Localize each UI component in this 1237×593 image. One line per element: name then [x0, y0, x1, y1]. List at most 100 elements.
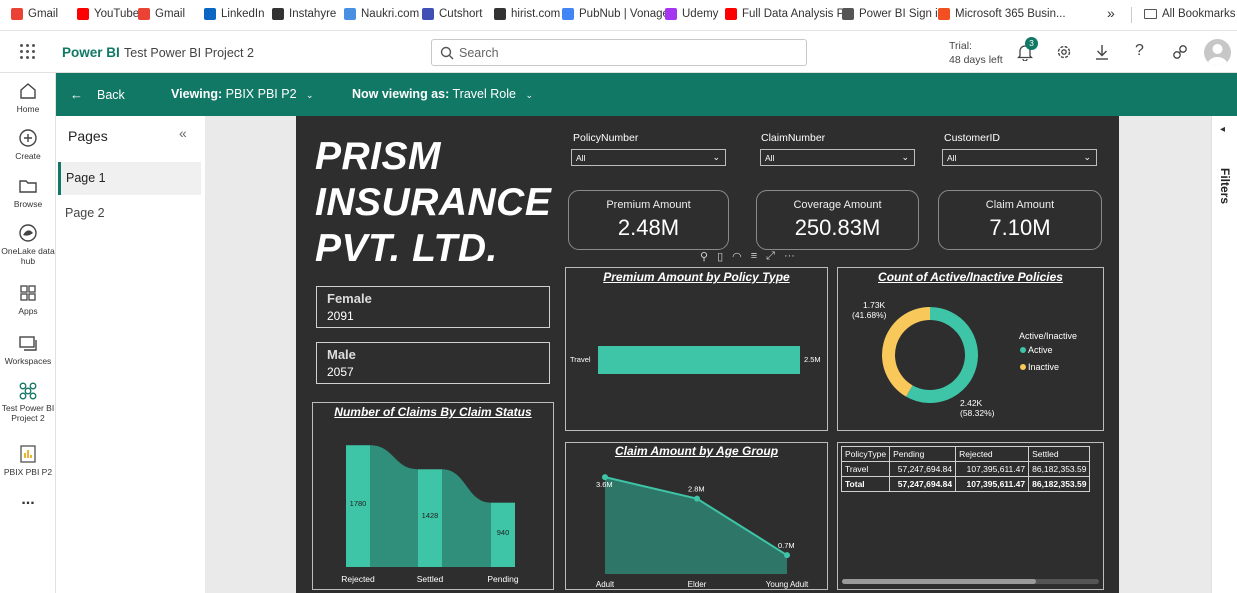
expand-filters-icon[interactable]: ◂: [1220, 124, 1225, 135]
onelake-icon: [19, 224, 37, 242]
visual-active-inactive-policies[interactable]: Count of Active/Inactive Policies 2.42K(…: [837, 267, 1104, 431]
back-button[interactable]: ← Back: [70, 87, 125, 102]
download-icon[interactable]: [1095, 44, 1109, 60]
alert-bell-icon[interactable]: ◠: [732, 250, 742, 263]
area-value-label: 0.7M: [778, 541, 795, 550]
bookmark-cutshort[interactable]: Cutshort: [422, 8, 482, 20]
report-icon: [20, 445, 36, 463]
pin-icon[interactable]: ⚲: [700, 250, 708, 263]
card-male[interactable]: Male 2057: [316, 342, 550, 384]
nav-onelake-data-hub[interactable]: OneLake data hub: [0, 223, 56, 266]
column-header[interactable]: Settled: [1028, 446, 1091, 462]
bookmark-gmail[interactable]: Gmail: [11, 8, 58, 20]
app-name[interactable]: Power BI: [62, 45, 120, 60]
people-dot: [19, 392, 27, 400]
column-header[interactable]: Pending: [889, 446, 957, 462]
trial-label: Trial:: [949, 40, 972, 52]
bookmark-label: LinkedIn: [221, 8, 265, 20]
now-viewing-label: Now viewing as:: [352, 87, 450, 101]
focus-mode-icon[interactable]: ⤢: [766, 250, 775, 263]
donut-data-label: (58.32%): [960, 408, 995, 418]
page-item-page-2[interactable]: Page 2: [58, 198, 201, 228]
more-options-icon[interactable]: ···: [784, 250, 795, 263]
avatar[interactable]: [1204, 39, 1231, 66]
column-header[interactable]: Rejected: [955, 446, 1030, 462]
more-nav-button[interactable]: ...: [0, 492, 56, 508]
filter-icon[interactable]: ≡: [751, 250, 757, 263]
copy-icon[interactable]: ▯: [717, 250, 723, 263]
bookmark-microsoft-365-busin[interactable]: Microsoft 365 Busin...: [938, 8, 1066, 20]
grid-cell: [28, 285, 36, 293]
bookmark-linkedin[interactable]: LinkedIn: [204, 8, 264, 20]
card-claim-amount[interactable]: Claim Amount 7.10M: [938, 190, 1102, 250]
bookmark-youtube[interactable]: YouTube: [77, 8, 139, 20]
card-coverage-amount[interactable]: Coverage Amount 250.83M: [756, 190, 919, 250]
bookmark-udemy[interactable]: Udemy: [665, 8, 718, 20]
people-dot: [19, 382, 27, 390]
help-icon[interactable]: ?: [1135, 42, 1144, 60]
slicer-dropdown-customerid[interactable]: All ⌄: [942, 149, 1097, 166]
bookmark-label: Power BI Sign in: [859, 8, 945, 20]
horizontal-scrollbar[interactable]: [842, 579, 1099, 584]
ribbon-value-label: 1780: [350, 499, 367, 508]
back-arrow-icon: ←: [70, 87, 83, 102]
bookmark-pubnub-vonage[interactable]: PubNub | Vonage: [562, 8, 669, 20]
pubnub-vonage-icon: [562, 8, 574, 20]
bookmark-naukri-com[interactable]: Naukri.com: [344, 8, 419, 20]
bookmark-instahyre[interactable]: Instahyre: [272, 8, 336, 20]
viewing-selector[interactable]: Viewing: PBIX PBI P2 ⌄: [171, 87, 314, 101]
report-title-line: PRISM: [315, 135, 442, 178]
card-female[interactable]: Female 2091: [316, 286, 550, 328]
workspace-name[interactable]: Test Power BI Project 2: [124, 46, 254, 60]
settings-gear-icon[interactable]: [1056, 44, 1072, 60]
visual-title: Claim Amount by Age Group: [614, 444, 779, 458]
now-viewing-as-selector[interactable]: Now viewing as: Travel Role ⌄: [352, 87, 533, 101]
visual-title: Count of Active/Inactive Policies: [878, 270, 1063, 284]
bookmark-label: Instahyre: [289, 8, 337, 20]
nav-test-power-bi-project-2[interactable]: Test Power BI Project 2: [0, 380, 56, 423]
bookmark-label: Naukri.com: [361, 8, 420, 20]
card-label: Premium Amount: [606, 199, 691, 211]
nav-pbix-pbi-p2[interactable]: PBIX PBI P2: [0, 444, 56, 477]
apps-icon: [20, 285, 36, 301]
bookmark-full-data-analysis-p[interactable]: Full Data Analysis P...: [725, 8, 852, 20]
search-placeholder: Search: [459, 46, 499, 60]
search-box[interactable]: Search: [431, 39, 807, 66]
people-dot: [24, 387, 32, 395]
visual-premium-by-policy-type[interactable]: Premium Amount by Policy Type Travel 2.5M: [565, 267, 828, 431]
visual-claims-by-status[interactable]: Number of Claims By Claim Status 1780 Rej…: [312, 402, 554, 590]
all-bookmarks-button[interactable]: All Bookmarks: [1144, 8, 1236, 20]
scrollbar-thumb[interactable]: [842, 579, 1036, 584]
nav-workspaces[interactable]: Workspaces: [0, 333, 56, 366]
hirist-com-icon: [494, 8, 506, 20]
page-item-page-1[interactable]: Page 1: [58, 162, 201, 195]
trial-days: 48 days left: [949, 54, 1003, 66]
donut-data-label: 2.42K: [960, 398, 983, 408]
notifications-button[interactable]: 3: [1016, 37, 1038, 62]
slicer-dropdown-policynumber[interactable]: All ⌄: [571, 149, 726, 166]
nav-home[interactable]: Home: [0, 81, 56, 114]
card-premium-amount[interactable]: Premium Amount 2.48M: [568, 190, 729, 250]
bookmark-power-bi-sign-in[interactable]: Power BI Sign in: [842, 8, 944, 20]
visual-claims-matrix[interactable]: PolicyType Pending Rejected Settled Trav…: [837, 442, 1104, 590]
slicer-dropdown-claimnumber[interactable]: All ⌄: [760, 149, 915, 166]
slicer-label-policynumber: PolicyNumber: [573, 132, 639, 144]
plus-sign: [24, 134, 32, 142]
nav-browse[interactable]: Browse: [0, 176, 56, 209]
viewing-value: PBIX PBI P2: [225, 87, 297, 101]
area-point-young-adult: [784, 552, 790, 559]
report-title-line: PVT. LTD.: [315, 227, 498, 270]
nav-label: Home: [16, 104, 40, 114]
share-feedback-icon[interactable]: [1172, 44, 1188, 60]
app-launcher-icon[interactable]: [20, 44, 36, 60]
collapse-pages-icon[interactable]: «: [179, 125, 187, 141]
visual-title: Number of Claims By Claim Status: [334, 405, 532, 419]
nav-create[interactable]: Create: [0, 128, 56, 161]
column-header[interactable]: PolicyType: [840, 446, 891, 462]
filters-pane[interactable]: ◂ Filters: [1211, 116, 1237, 593]
bookmark-gmail[interactable]: Gmail: [138, 8, 185, 20]
nav-apps[interactable]: Apps: [0, 283, 56, 316]
more-bookmarks-button[interactable]: »: [1107, 5, 1115, 21]
bookmark-hirist-com[interactable]: hirist.com: [494, 8, 560, 20]
visual-claim-amount-by-age[interactable]: Claim Amount by Age Group 3.6M Adult 2.8M E…: [565, 442, 828, 590]
